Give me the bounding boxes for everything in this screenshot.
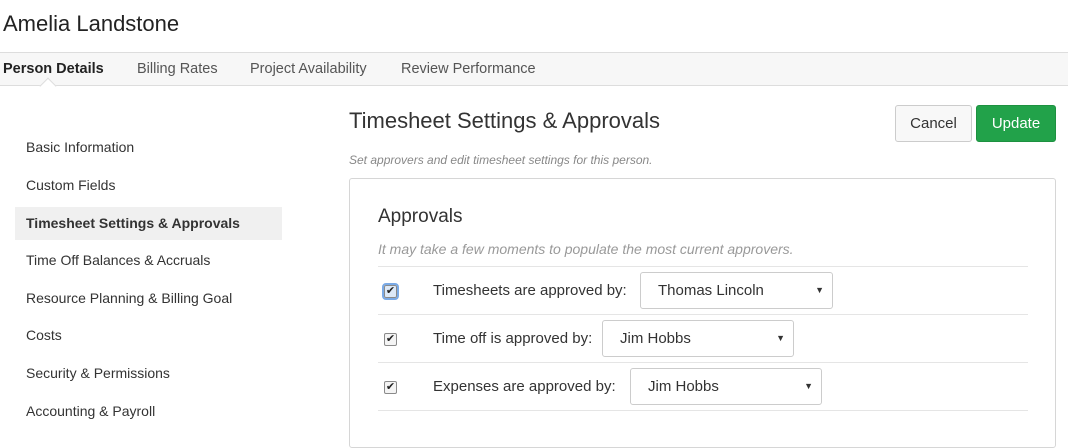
sidebar-item-resource-planning[interactable]: Resource Planning & Billing Goal	[15, 282, 282, 315]
caret-down-icon: ▼	[815, 285, 824, 295]
expenses-approval-checkbox[interactable]: ✔	[384, 381, 397, 394]
sidebar-item-accounting-payroll[interactable]: Accounting & Payroll	[15, 395, 282, 428]
time-off-approver-value: Jim Hobbs	[620, 330, 691, 347]
checkmark-icon: ✔	[385, 333, 396, 345]
expenses-approver-value: Jim Hobbs	[648, 378, 719, 395]
sidebar-item-timesheet-settings[interactable]: Timesheet Settings & Approvals	[15, 207, 282, 240]
timesheets-approver-select[interactable]: Thomas Lincoln ▼	[640, 272, 833, 309]
checkmark-icon: ✔	[385, 381, 396, 393]
tab-person-details[interactable]: Person Details	[3, 53, 104, 86]
update-button[interactable]: Update	[976, 105, 1056, 142]
approvals-panel: Approvals It may take a few moments to p…	[349, 178, 1056, 448]
section-title: Timesheet Settings & Approvals	[349, 108, 661, 133]
approvals-note: It may take a few moments to populate th…	[378, 241, 794, 257]
timesheets-approval-label: Timesheets are approved by:	[433, 282, 627, 299]
sidebar-item-time-off-balances[interactable]: Time Off Balances & Accruals	[15, 244, 282, 277]
sidebar-item-costs[interactable]: Costs	[15, 319, 282, 352]
tab-bar: Person Details Billing Rates Project Ava…	[0, 52, 1068, 86]
section-subtitle: Set approvers and edit timesheet setting…	[349, 153, 653, 167]
tab-project-availability[interactable]: Project Availability	[250, 53, 367, 86]
tab-billing-rates[interactable]: Billing Rates	[137, 53, 218, 86]
approvals-divider	[378, 410, 1028, 411]
approval-row-time-off: ✔ Time off is approved by: Jim Hobbs ▼	[378, 314, 1028, 362]
tab-review-performance[interactable]: Review Performance	[401, 53, 536, 86]
time-off-approver-select[interactable]: Jim Hobbs ▼	[602, 320, 794, 357]
person-name-heading: Amelia Landstone	[3, 11, 180, 36]
expenses-approver-select[interactable]: Jim Hobbs ▼	[630, 368, 822, 405]
sidebar-item-security-permissions[interactable]: Security & Permissions	[15, 357, 282, 390]
approval-row-expenses: ✔ Expenses are approved by: Jim Hobbs ▼	[378, 362, 1028, 410]
sidebar-item-basic-information[interactable]: Basic Information	[15, 131, 282, 164]
caret-down-icon: ▼	[804, 381, 813, 391]
sidebar-item-custom-fields[interactable]: Custom Fields	[15, 169, 282, 202]
cancel-button[interactable]: Cancel	[895, 105, 972, 142]
caret-down-icon: ▼	[776, 333, 785, 343]
expenses-approval-label: Expenses are approved by:	[433, 378, 616, 395]
checkmark-icon: ✔	[385, 285, 396, 297]
approval-row-timesheets: ✔ Timesheets are approved by: Thomas Lin…	[378, 266, 1028, 314]
time-off-approval-checkbox[interactable]: ✔	[384, 333, 397, 346]
time-off-approval-label: Time off is approved by:	[433, 330, 593, 347]
timesheets-approval-checkbox[interactable]: ✔	[382, 283, 399, 300]
timesheets-approver-value: Thomas Lincoln	[658, 282, 764, 299]
approvals-heading: Approvals	[378, 206, 463, 227]
